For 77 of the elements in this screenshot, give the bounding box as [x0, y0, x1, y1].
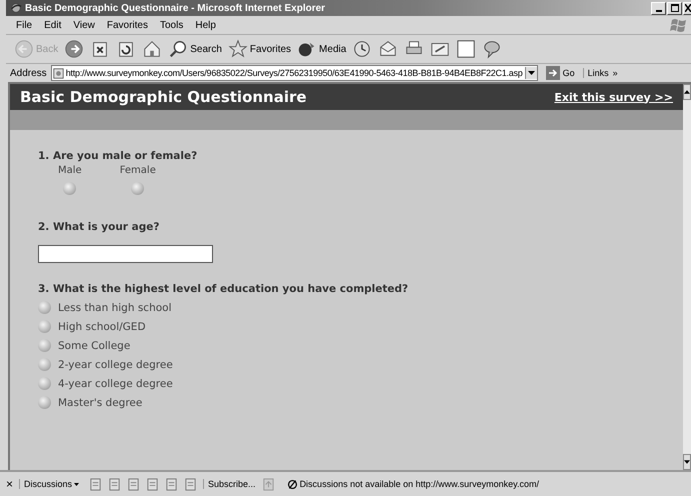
- close-button[interactable]: [683, 2, 691, 14]
- exit-survey-link[interactable]: Exit this survey >>: [554, 90, 673, 104]
- windows-logo-icon: [669, 17, 689, 33]
- speech-bubble-icon: [482, 39, 502, 59]
- window-title: Basic Demographic Questionnaire - Microsoft Internet Explorer: [25, 2, 326, 14]
- star-icon: [228, 39, 248, 59]
- close-discussions-button[interactable]: ×: [6, 477, 14, 491]
- caret-icon: [528, 71, 535, 75]
- clock-icon: [352, 39, 372, 59]
- more-links-button[interactable]: »: [612, 68, 618, 78]
- minimize-button[interactable]: [651, 2, 666, 14]
- radio-button[interactable]: [38, 377, 51, 390]
- radio-button[interactable]: [38, 358, 51, 371]
- option-label: Some College: [58, 340, 130, 352]
- up-caret-icon: [684, 90, 690, 94]
- discussion-tool-icon[interactable]: [89, 478, 102, 490]
- option-label: Master's degree: [58, 396, 142, 408]
- menu-item[interactable]: Help: [195, 20, 216, 30]
- note-icon: [456, 39, 476, 59]
- caret-icon: [74, 482, 80, 486]
- toolbar-button[interactable]: [456, 39, 476, 59]
- question-text: 2. What is your age?: [38, 221, 160, 233]
- discussion-tool-icon[interactable]: [146, 478, 160, 490]
- unavailable-icon: [286, 478, 298, 490]
- discussion-tool-icon[interactable]: [184, 478, 198, 490]
- toolbar-button[interactable]: Favorites: [228, 39, 292, 59]
- search-icon: [168, 39, 188, 59]
- option-label: Less than high school: [58, 302, 172, 314]
- toolbar-button[interactable]: [378, 39, 398, 59]
- menu-item[interactable]: View: [73, 20, 95, 30]
- maximize-icon: [670, 4, 678, 12]
- question-text: 3. What is the highest level of education you have completed?: [38, 283, 410, 295]
- scroll-down-button[interactable]: [683, 454, 691, 470]
- discussion-tool-icon[interactable]: [165, 478, 178, 490]
- menu-item[interactable]: File: [16, 20, 32, 30]
- discussion-tool-icon[interactable]: [127, 478, 140, 490]
- menu-item[interactable]: Edit: [44, 20, 62, 30]
- radio-button[interactable]: [63, 182, 76, 195]
- toolbar-button[interactable]: Media: [297, 39, 346, 59]
- discussion-tool-icon[interactable]: [108, 478, 122, 490]
- option-label: High school/GED: [58, 320, 146, 332]
- close-icon: [684, 4, 690, 12]
- address-field[interactable]: http://www.surveymonkey.com/Users/96835022/Surveys/27562319950/63E41990-5463-418B-B81B-94B4EB8F22C1.asp: [50, 65, 538, 81]
- menu-item[interactable]: Favorites: [106, 20, 148, 30]
- links-button[interactable]: Links: [582, 68, 609, 78]
- toolbar-button[interactable]: [482, 39, 502, 59]
- radio-button[interactable]: [131, 182, 144, 195]
- go-arrow-icon: [546, 66, 560, 80]
- address-label: Address: [10, 68, 47, 78]
- question-text: 1. Are you male or female?: [38, 150, 198, 162]
- survey-title: Basic Demographic Questionnaire: [20, 88, 307, 106]
- radio-button[interactable]: [38, 320, 51, 333]
- toolbar-button[interactable]: Search: [168, 39, 222, 59]
- maximize-button[interactable]: [667, 2, 682, 14]
- toolbar-button[interactable]: [352, 39, 372, 59]
- option-label: Male: [58, 165, 82, 176]
- toolbar-button[interactable]: [142, 39, 162, 59]
- option-label: 4-year college degree: [58, 378, 173, 390]
- discussions-status: Discussions not available on http://www.surveymonkey.com/: [300, 479, 539, 489]
- option-label: 2-year college degree: [58, 358, 173, 370]
- envelope-icon: [378, 39, 398, 59]
- radio-button[interactable]: [38, 301, 51, 314]
- menu-item[interactable]: Tools: [160, 20, 184, 30]
- scroll-up-button[interactable]: [683, 84, 691, 100]
- age-input-field[interactable]: [38, 245, 213, 263]
- page-icon: [52, 68, 64, 78]
- option-label: Female: [120, 165, 156, 176]
- radio-button[interactable]: [38, 396, 51, 409]
- radio-button[interactable]: [38, 339, 51, 352]
- go-button[interactable]: Go: [546, 66, 575, 80]
- down-caret-icon: [684, 460, 690, 464]
- address-dropdown-button[interactable]: [524, 67, 537, 79]
- subscribe-button[interactable]: Subscribe...: [203, 479, 256, 489]
- home-icon: [142, 39, 162, 59]
- browser-icon: [10, 2, 22, 14]
- discussions-menu[interactable]: Discussions: [19, 479, 84, 489]
- toolbar-button[interactable]: [64, 39, 84, 59]
